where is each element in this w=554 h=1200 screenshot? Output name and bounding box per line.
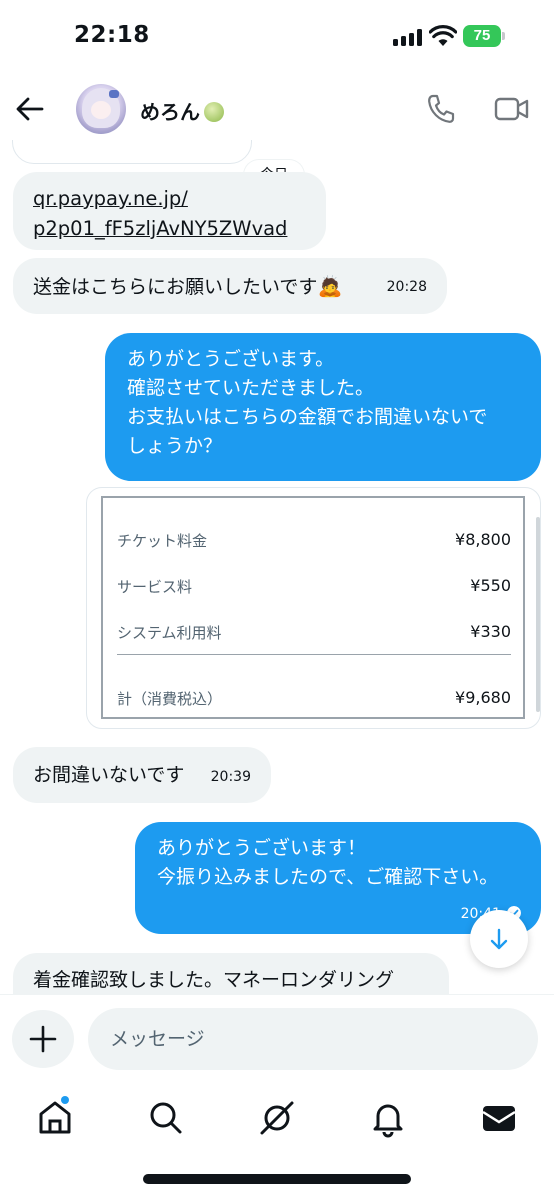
wifi-icon <box>429 25 457 46</box>
nav-grok[interactable] <box>257 1098 297 1138</box>
notification-dot <box>61 1096 69 1104</box>
bell-icon <box>373 1104 403 1138</box>
message-bubble-partial <box>12 140 252 164</box>
nav-messages[interactable] <box>479 1098 519 1138</box>
last-message-clip: 着金確認致しました。マネーロンダリング <box>0 950 554 994</box>
home-indicator <box>143 1174 411 1184</box>
cellular-signal-icon <box>393 29 423 46</box>
message-text: 送金はこちらにお願いしたいです <box>33 276 318 298</box>
message-bubble-confirm[interactable]: お間違いないです 20:39 <box>13 747 271 803</box>
phone-call-icon[interactable] <box>426 93 456 125</box>
nav-notifications[interactable] <box>368 1098 408 1138</box>
melon-emoji-icon <box>204 102 224 122</box>
message-text: 着金確認致しました。マネーロンダリング <box>33 969 395 991</box>
message-bubble-outgoing[interactable]: ありがとうございます。 確認させていただきました。 お支払いはこちらの金額でお間… <box>105 333 541 481</box>
message-line: ありがとうございます。 <box>127 348 335 370</box>
price-row-system: システム利用料 ¥330 <box>117 622 511 642</box>
price-breakdown-image[interactable]: チケット料金 ¥8,800 サービス料 ¥550 システム利用料 ¥330 計（… <box>86 487 541 729</box>
search-icon <box>150 1102 182 1134</box>
conversation-header: めろん <box>0 78 554 140</box>
price-row-ticket: チケット料金 ¥8,800 <box>117 530 511 550</box>
image-scrollbar <box>536 517 540 712</box>
message-bubble-link[interactable]: qr.paypay.ne.jp/ p2p01_fF5zljAvNY5ZWvad <box>13 172 326 250</box>
contact-name: めろん <box>140 100 200 124</box>
status-bar: 22:18 75 <box>0 0 554 78</box>
price-row-service: サービス料 ¥550 <box>117 576 511 596</box>
nav-home[interactable] <box>35 1096 75 1138</box>
message-line: 確認させていただきました。 <box>127 377 375 399</box>
nav-search[interactable] <box>146 1098 186 1138</box>
paypay-link-line1[interactable]: qr.paypay.ne.jp/ <box>33 184 306 214</box>
add-attachment-button[interactable] <box>12 1010 74 1068</box>
message-timestamp: 20:28 <box>386 279 427 295</box>
message-bubble-last[interactable]: 着金確認致しました。マネーロンダリング <box>13 953 449 994</box>
paypay-link-line2[interactable]: p2p01_fF5zljAvNY5ZWvad <box>33 214 306 244</box>
message-timestamp: 20:39 <box>210 769 251 785</box>
avatar[interactable] <box>76 84 126 134</box>
contact-name-row[interactable]: めろん <box>140 96 224 125</box>
video-call-icon[interactable] <box>494 95 530 123</box>
price-row-total: 計（消費税込） ¥9,680 <box>117 688 511 708</box>
battery-icon: 75 <box>463 25 505 47</box>
grok-icon <box>260 1101 294 1135</box>
status-time: 22:18 <box>74 22 150 48</box>
battery-level: 75 <box>463 25 501 47</box>
message-line: ありがとうございます！ <box>157 837 367 859</box>
bottom-navigation <box>0 1080 554 1200</box>
message-line: お支払いはこちらの金額でお間違いないで <box>127 406 488 428</box>
message-input[interactable] <box>88 1008 538 1070</box>
message-line: 今振り込みましたので、ご確認下さい。 <box>157 866 499 888</box>
plus-icon <box>29 1025 57 1053</box>
home-icon <box>39 1101 71 1134</box>
message-text: お間違いないです <box>33 764 185 786</box>
message-bubble-request[interactable]: 送金はこちらにお願いしたいです🙇 20:28 <box>13 258 447 314</box>
message-composer <box>0 994 554 1080</box>
bowing-emoji-icon: 🙇 <box>317 274 343 298</box>
divider <box>117 654 511 655</box>
back-arrow-icon[interactable] <box>14 94 46 124</box>
envelope-icon <box>482 1106 516 1131</box>
message-line: しょうか？ <box>127 435 223 457</box>
price-table: チケット料金 ¥8,800 サービス料 ¥550 システム利用料 ¥330 計（… <box>101 496 525 719</box>
